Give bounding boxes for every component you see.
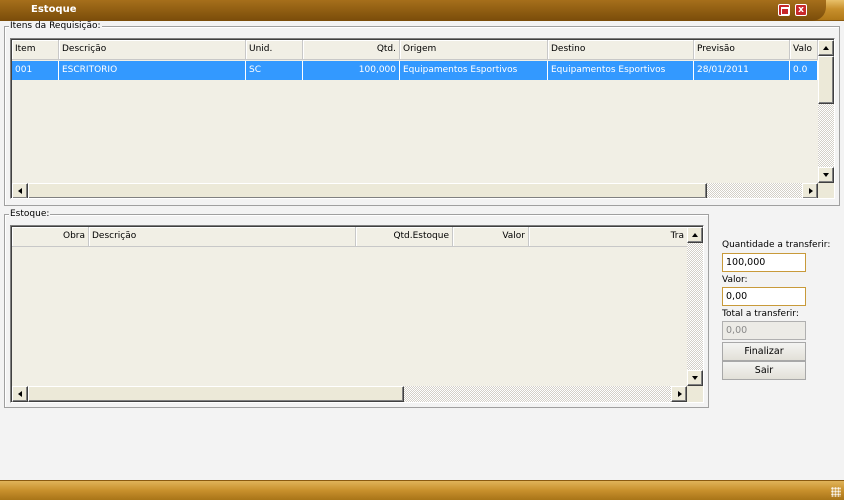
scroll-thumb[interactable] — [818, 56, 834, 104]
title-bar: Estoque x — [0, 0, 844, 21]
estoque-vertical-scrollbar[interactable] — [687, 227, 703, 386]
column-header-descricao[interactable]: Descrição — [59, 40, 246, 60]
resize-grip-icon[interactable] — [831, 487, 841, 497]
finalizar-button[interactable]: Finalizar — [722, 342, 806, 361]
cell-previsao: 28/01/2011 — [694, 61, 790, 80]
estoque-grid-header: Obra Descrição Qtd.Estoque Valor Tra — [12, 227, 688, 247]
column-header-valor[interactable]: Valor — [453, 227, 529, 247]
cell-unid: SC — [246, 61, 303, 80]
scroll-up-icon[interactable] — [818, 40, 834, 56]
scroll-thumb[interactable] — [28, 386, 404, 402]
column-header-qtd[interactable]: Qtd. — [303, 40, 400, 60]
estoque-group-label: Estoque: — [9, 209, 51, 219]
scroll-corner — [818, 183, 834, 198]
column-header-origem[interactable]: Origem — [400, 40, 548, 60]
close-icon[interactable]: x — [795, 4, 807, 16]
requisicao-vertical-scrollbar[interactable] — [818, 40, 834, 183]
scroll-thumb[interactable] — [28, 183, 707, 198]
scroll-down-icon[interactable] — [818, 167, 834, 183]
valor-label: Valor: — [722, 275, 748, 285]
estoque-horizontal-scrollbar[interactable] — [12, 386, 687, 402]
requisicao-grid-header: Item Descrição Unid. Qtd. Origem Destino… — [12, 40, 818, 60]
column-header-destino[interactable]: Destino — [548, 40, 694, 60]
cell-qtd: 100,000 — [303, 61, 400, 80]
estoque-grid[interactable]: Obra Descrição Qtd.Estoque Valor Tra — [10, 225, 704, 403]
cell-descricao: ESCRITORIO — [59, 61, 246, 80]
column-header-valor[interactable]: Valo — [790, 40, 818, 60]
status-bar — [0, 480, 844, 500]
valor-field[interactable]: 0,00 — [722, 287, 806, 306]
requisicao-horizontal-scrollbar[interactable] — [12, 183, 818, 198]
column-header-descricao[interactable]: Descrição — [89, 227, 356, 247]
scroll-right-icon[interactable] — [671, 386, 687, 402]
table-row[interactable]: 001 ESCRITORIO SC 100,000 Equipamentos E… — [12, 61, 818, 80]
cell-item: 001 — [12, 61, 59, 80]
scroll-down-icon[interactable] — [687, 370, 703, 386]
cell-destino: Equipamentos Esportivos — [548, 61, 694, 80]
total-field: 0,00 — [722, 321, 806, 340]
window-title: Estoque — [31, 4, 77, 15]
column-header-previsao[interactable]: Previsão — [694, 40, 790, 60]
column-header-obra[interactable]: Obra — [12, 227, 89, 247]
column-header-item[interactable]: Item — [12, 40, 59, 60]
cell-origem: Equipamentos Esportivos — [400, 61, 548, 80]
scroll-left-icon[interactable] — [12, 183, 28, 198]
column-header-transferir[interactable]: Tra — [529, 227, 688, 247]
scroll-corner — [687, 386, 703, 402]
requisicao-group-label: Itens da Requisição: — [9, 21, 102, 31]
scroll-up-icon[interactable] — [687, 227, 703, 243]
requisicao-grid[interactable]: Item Descrição Unid. Qtd. Origem Destino… — [10, 38, 835, 199]
column-header-unid[interactable]: Unid. — [246, 40, 303, 60]
quantidade-label: Quantidade a transferir: — [722, 240, 831, 250]
total-label: Total a transferir: — [722, 309, 799, 319]
maximize-icon[interactable] — [778, 4, 790, 16]
title-tab — [0, 0, 826, 21]
quantidade-field[interactable]: 100,000 — [722, 253, 806, 272]
scroll-right-icon[interactable] — [802, 183, 818, 198]
scroll-left-icon[interactable] — [12, 386, 28, 402]
column-header-qtd-estoque[interactable]: Qtd.Estoque — [356, 227, 453, 247]
cell-valor: 0.0 — [790, 61, 818, 80]
sair-button[interactable]: Sair — [722, 361, 806, 380]
